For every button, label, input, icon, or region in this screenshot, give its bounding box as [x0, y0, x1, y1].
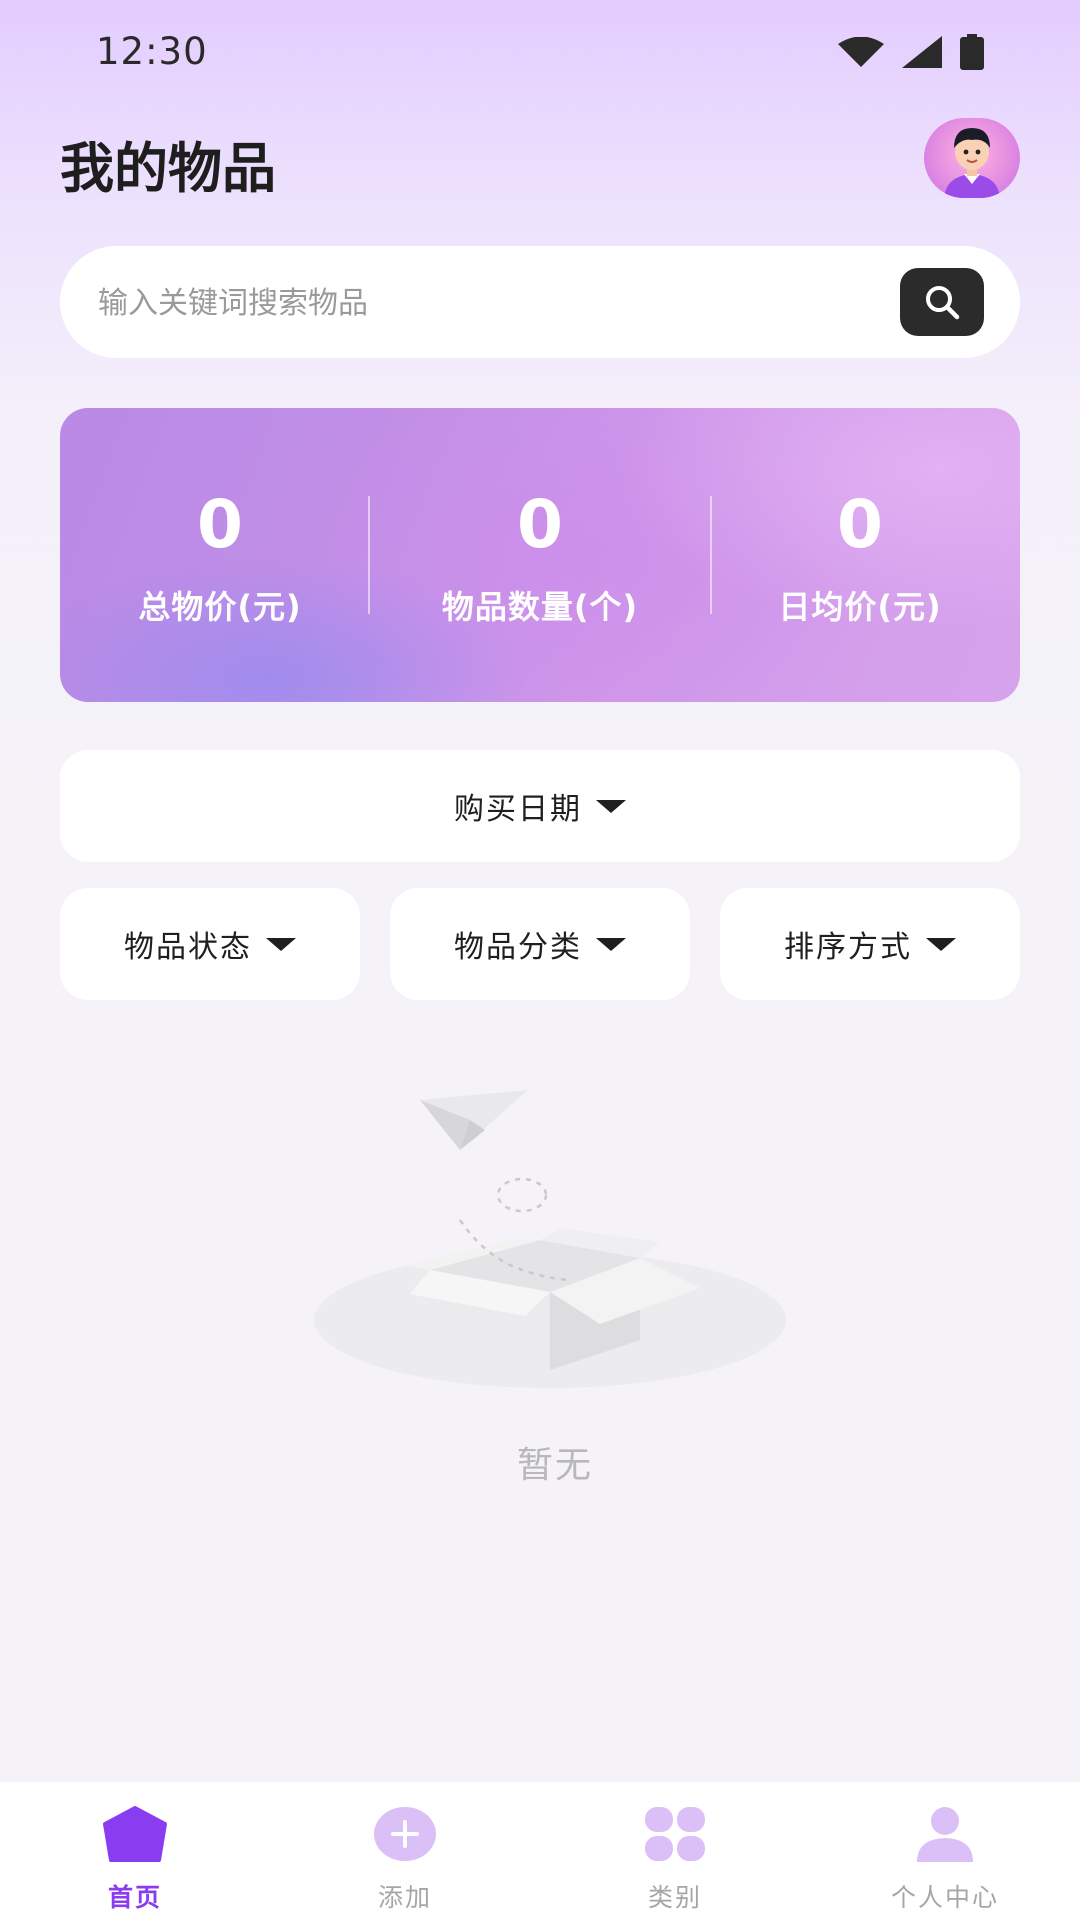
nav-item-profile[interactable]: 个人中心: [810, 1782, 1080, 1920]
stat-value: 0: [197, 486, 243, 563]
search-bar: [60, 246, 1020, 360]
stat-label: 物品数量(个): [441, 588, 639, 626]
filter-label: 排序方式: [784, 930, 912, 965]
signal-icon: [902, 36, 942, 68]
category-icon: [645, 1807, 705, 1861]
search-button[interactable]: [900, 268, 984, 336]
stat-divider: [368, 496, 370, 614]
sort-filter[interactable]: 排序方式: [720, 888, 1020, 1000]
stat-total-value: 0 总物价(元): [60, 408, 380, 702]
stat-value: 0: [517, 486, 563, 563]
battery-icon: [960, 34, 984, 70]
nav-label: 首页: [107, 1883, 162, 1912]
status-bar: 12:30: [0, 0, 1080, 100]
caret-down-icon: [926, 937, 956, 951]
stat-item-count: 0 物品数量(个): [380, 408, 700, 702]
nav-item-add[interactable]: 添加: [270, 1782, 540, 1920]
purchase-date-filter[interactable]: 购买日期: [60, 750, 1020, 862]
nav-label: 添加: [377, 1883, 432, 1912]
stats-card: 0 总物价(元) 0 物品数量(个) 0 日均价(元): [60, 408, 1020, 702]
stat-daily-average: 0 日均价(元): [700, 408, 1020, 702]
wifi-icon: [838, 37, 884, 67]
page-title: 我的物品: [60, 137, 276, 200]
search-input[interactable]: [96, 246, 920, 360]
caret-down-icon: [596, 799, 626, 813]
home-icon: [103, 1806, 167, 1862]
empty-box-illustration: [314, 1090, 786, 1388]
profile-icon: [917, 1807, 973, 1862]
filter-label: 物品状态: [124, 930, 252, 965]
add-icon: [374, 1807, 436, 1861]
nav-item-category[interactable]: 类别: [540, 1782, 810, 1920]
stat-value: 0: [837, 486, 883, 563]
status-icons: [838, 34, 984, 70]
status-filter[interactable]: 物品状态: [60, 888, 360, 1000]
stat-label: 总物价(元): [138, 588, 302, 626]
avatar[interactable]: [924, 118, 1020, 198]
nav-item-home[interactable]: 首页: [0, 1782, 270, 1920]
filter-label: 购买日期: [454, 792, 582, 827]
avatar-icon: [944, 128, 1000, 198]
nav-label: 类别: [647, 1883, 702, 1912]
empty-state-text: 暂无: [516, 1445, 593, 1486]
caret-down-icon: [596, 937, 626, 951]
category-filter[interactable]: 物品分类: [390, 888, 690, 1000]
status-time: 12:30: [96, 30, 208, 73]
nav-label: 个人中心: [890, 1883, 999, 1912]
bottom-nav: 首页 添加 类别 个人中心: [0, 1782, 1080, 1920]
caret-down-icon: [266, 937, 296, 951]
stat-label: 日均价(元): [778, 588, 942, 626]
search-icon: [926, 286, 960, 320]
filter-label: 物品分类: [454, 930, 582, 965]
